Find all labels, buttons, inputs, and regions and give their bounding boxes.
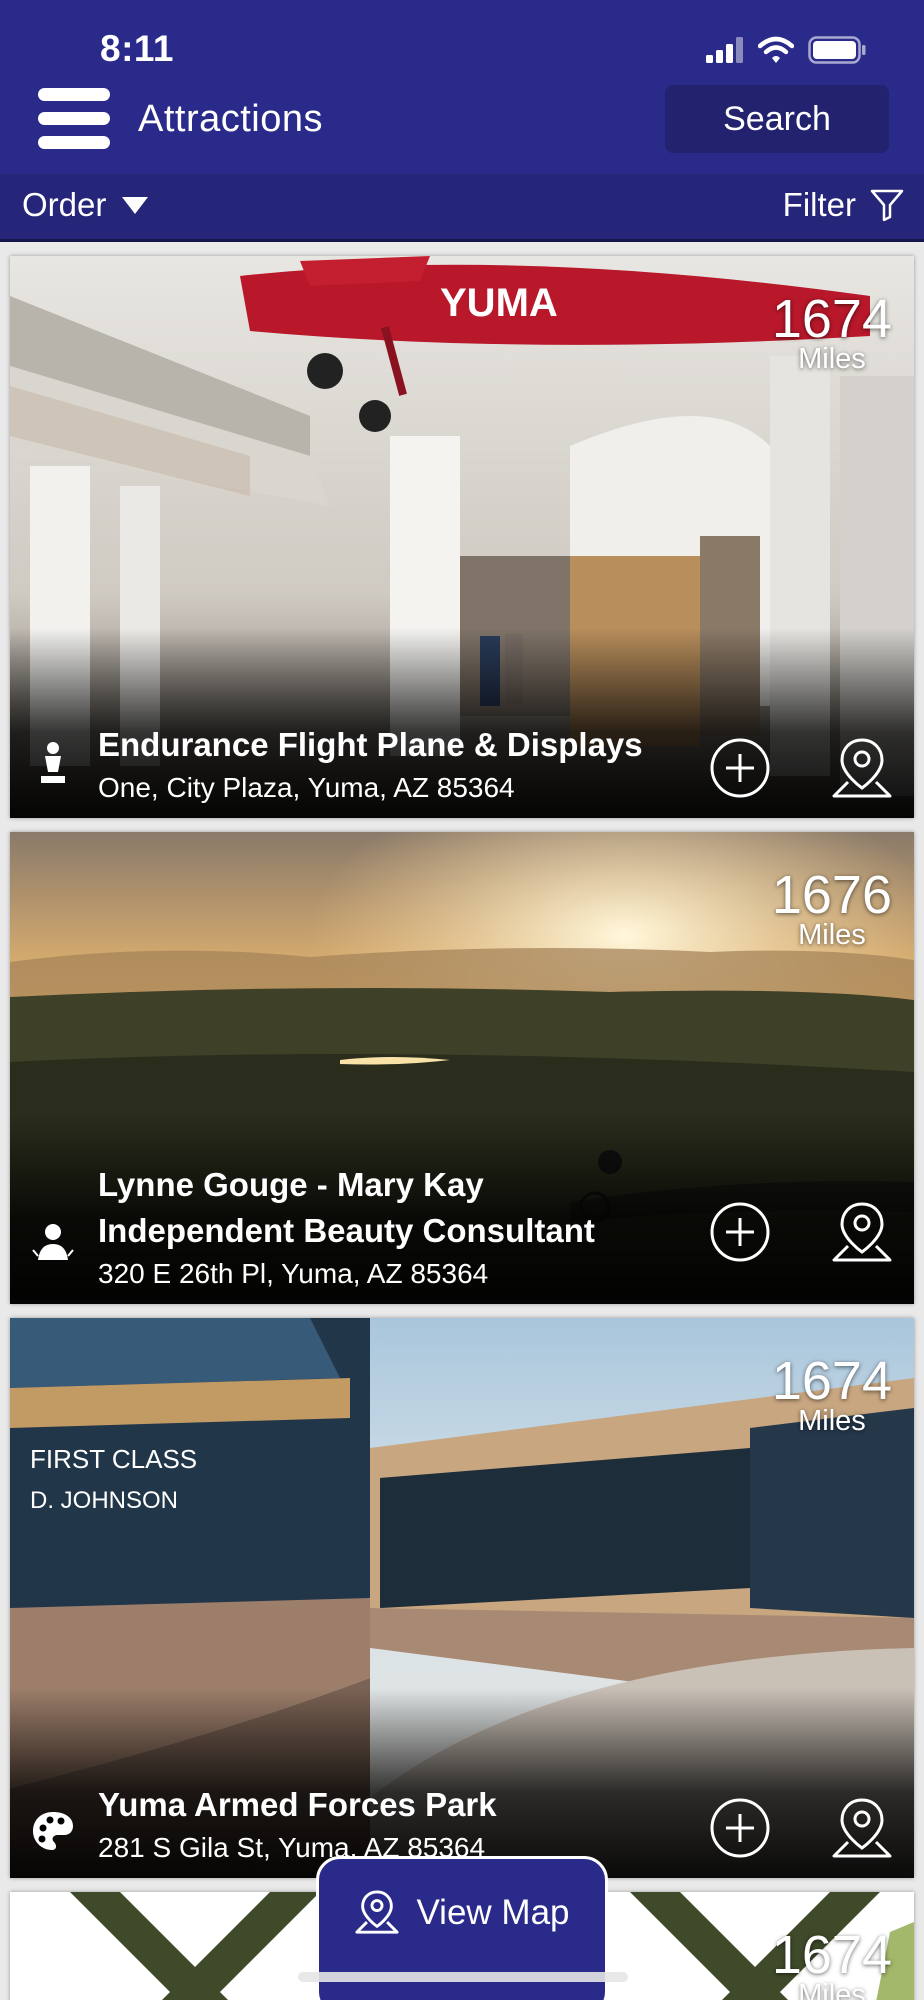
add-plus-icon[interactable] xyxy=(709,737,771,799)
battery-icon xyxy=(808,36,866,64)
app-header: Attractions Search xyxy=(0,78,924,174)
distance-badge: 1674 Miles xyxy=(771,289,892,375)
distance-badge: 1674 Miles xyxy=(772,1928,892,2000)
palette-icon xyxy=(33,1812,73,1850)
attraction-info: Endurance Flight Plane & Displays One, C… xyxy=(98,722,678,808)
attraction-name: Lynne Gouge - Mary Kay Independent Beaut… xyxy=(98,1166,595,1249)
map-pin-icon[interactable] xyxy=(830,736,894,800)
attraction-info: Lynne Gouge - Mary Kay Independent Beaut… xyxy=(98,1162,678,1294)
distance-unit: Miles xyxy=(798,1405,866,1437)
distance-value: 1674 xyxy=(771,289,892,349)
order-dropdown[interactable]: Order xyxy=(22,186,149,224)
status-icons xyxy=(706,36,866,64)
hamburger-menu-icon[interactable] xyxy=(38,88,110,150)
funnel-icon xyxy=(870,189,904,221)
sort-filter-bar: Order Filter xyxy=(0,174,924,242)
wifi-icon xyxy=(758,36,794,63)
distance-unit: Miles xyxy=(798,343,866,375)
home-indicator[interactable] xyxy=(298,1972,628,1982)
distance-value: 1674 xyxy=(771,1351,892,1411)
add-plus-icon[interactable] xyxy=(709,1797,771,1859)
attractions-list[interactable]: YUMA 1674 Miles Endurance Flight Plane &… xyxy=(0,242,924,2000)
attraction-address: One, City Plaza, Yuma, AZ 85364 xyxy=(98,772,515,803)
attraction-name: Yuma Armed Forces Park xyxy=(98,1786,497,1823)
svg-text:FIRST CLASS: FIRST CLASS xyxy=(30,1444,197,1474)
map-pin-icon xyxy=(355,1890,400,1934)
distance-value: 1674 xyxy=(771,1925,892,1985)
page-title: Attractions xyxy=(138,98,324,140)
statue-icon xyxy=(41,742,65,783)
caret-down-icon xyxy=(122,196,149,214)
map-pin-icon[interactable] xyxy=(830,1796,894,1860)
add-plus-icon[interactable] xyxy=(709,1201,771,1263)
attraction-card[interactable]: 1676 Miles Lynne Gouge - Mary Kay Indepe… xyxy=(10,832,914,1304)
svg-text:D. JOHNSON: D. JOHNSON xyxy=(30,1487,178,1514)
order-label: Order xyxy=(22,186,107,223)
attraction-address: 320 E 26th Pl, Yuma, AZ 85364 xyxy=(98,1258,489,1289)
filter-button[interactable]: Filter xyxy=(783,186,904,224)
person-icon xyxy=(32,1224,74,1260)
map-pin-icon[interactable] xyxy=(830,1200,894,1264)
search-button[interactable]: Search xyxy=(665,85,889,153)
distance-badge: 1674 Miles xyxy=(771,1351,892,1437)
attraction-name: Endurance Flight Plane & Displays xyxy=(98,726,643,763)
distance-unit: Miles xyxy=(798,919,866,951)
cellular-signal-icon xyxy=(706,37,743,63)
status-bar: 8:11 xyxy=(0,0,924,78)
attraction-card[interactable]: YUMA 1674 Miles Endurance Flight Plane &… xyxy=(10,256,914,818)
view-map-label: View Map xyxy=(416,1893,570,1932)
distance-value: 1676 xyxy=(771,865,892,925)
filter-label: Filter xyxy=(782,186,856,223)
svg-text:YUMA: YUMA xyxy=(440,281,558,325)
attraction-card[interactable]: FIRST CLASS D. JOHNSON 1674 Miles Yuma A… xyxy=(10,1318,914,1878)
status-time: 8:11 xyxy=(100,28,175,69)
distance-badge: 1676 Miles xyxy=(771,865,892,951)
